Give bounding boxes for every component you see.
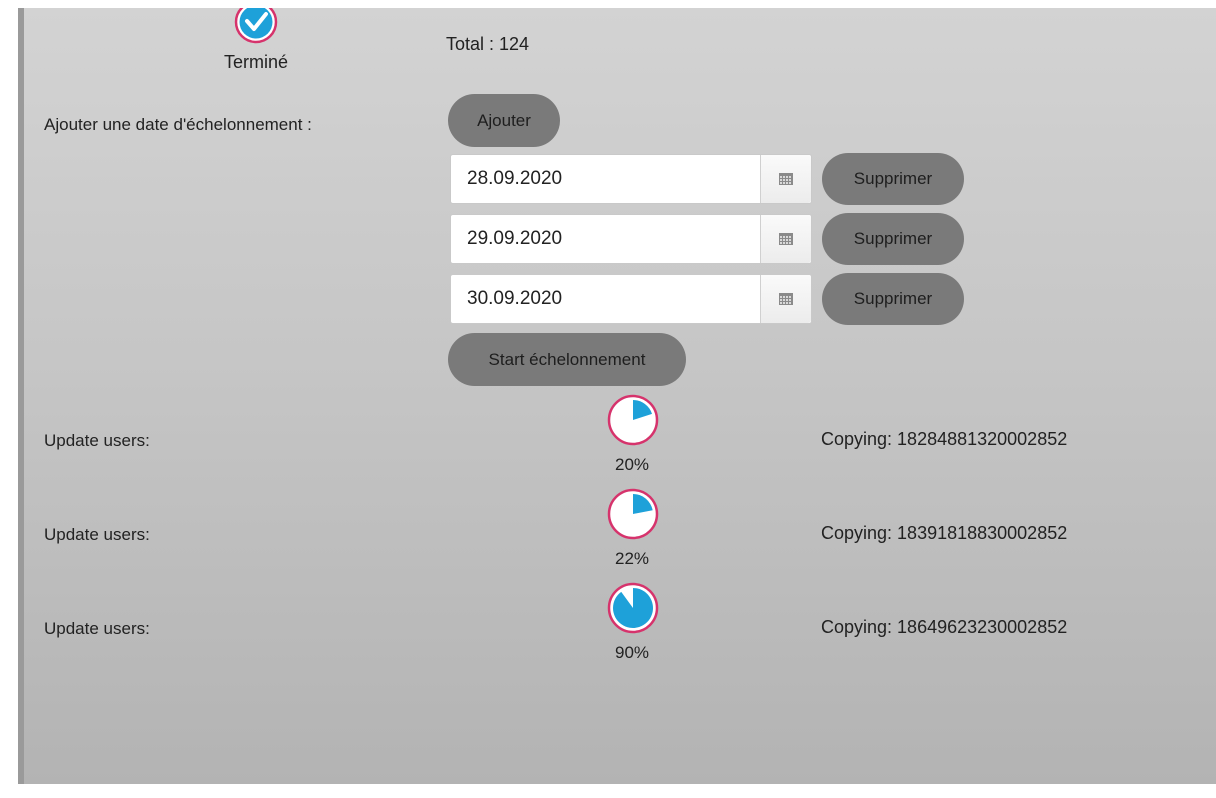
date-input-3[interactable]: [451, 275, 763, 323]
date-input-2[interactable]: [451, 215, 763, 263]
progress-percent-1: 20%: [614, 455, 650, 474]
progress-percent-2: 22%: [614, 549, 650, 568]
update-label-3: Update users:: [44, 619, 150, 638]
delete-date-button-2[interactable]: Supprimer: [822, 213, 964, 265]
app-frame: Terminé Total : 124 Ajouter une date d'é…: [0, 0, 1216, 798]
add-date-label: Ajouter une date d'échelonnement :: [44, 115, 312, 134]
start-scheduling-button[interactable]: Start échelonnement: [448, 333, 686, 386]
progress-pie-3: [607, 582, 659, 634]
progress-pie-1: [607, 394, 659, 446]
calendar-button-1[interactable]: [760, 155, 811, 203]
calendar-icon: [779, 293, 793, 305]
progress-pie-2: [607, 488, 659, 540]
date-input-1[interactable]: [451, 155, 763, 203]
progress-percent-3: 90%: [614, 643, 650, 662]
copying-status-3: Copying: 18649623230002852: [821, 617, 1068, 637]
calendar-icon: [779, 233, 793, 245]
total-count: Total : 124: [446, 34, 530, 54]
delete-date-button-1[interactable]: Supprimer: [822, 153, 964, 205]
date-picker-3[interactable]: [450, 274, 812, 324]
calendar-button-2[interactable]: [760, 215, 811, 263]
date-picker-2[interactable]: [450, 214, 812, 264]
main-panel: Terminé Total : 124 Ajouter une date d'é…: [18, 8, 1216, 784]
calendar-icon: [779, 173, 793, 185]
delete-date-button-3[interactable]: Supprimer: [822, 273, 964, 325]
copying-status-1: Copying: 18284881320002852: [821, 429, 1068, 449]
add-date-button[interactable]: Ajouter: [448, 94, 560, 147]
update-label-2: Update users:: [44, 525, 150, 544]
check-circle-icon: [234, 8, 278, 44]
copying-status-2: Copying: 18391818830002852: [821, 523, 1068, 543]
done-status: Terminé: [194, 8, 318, 73]
date-picker-1[interactable]: [450, 154, 812, 204]
update-label-1: Update users:: [44, 431, 150, 450]
calendar-button-3[interactable]: [760, 275, 811, 323]
done-label: Terminé: [223, 52, 289, 72]
